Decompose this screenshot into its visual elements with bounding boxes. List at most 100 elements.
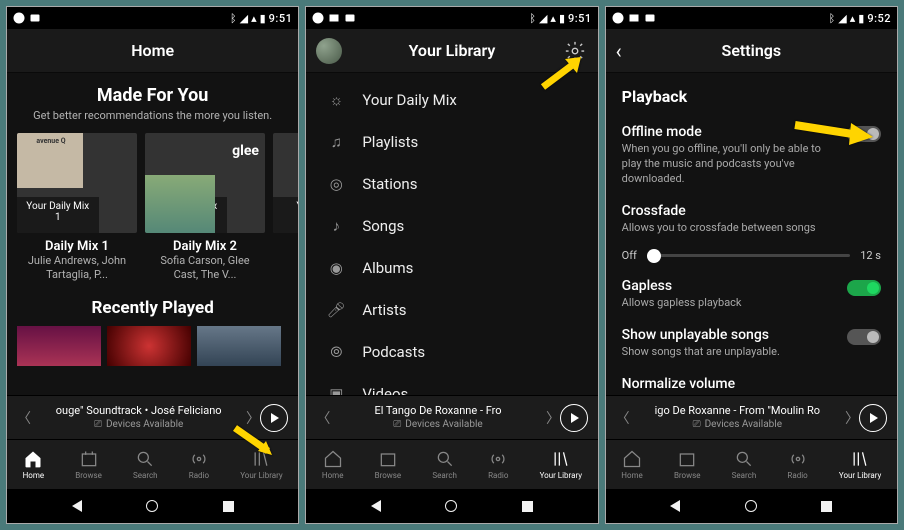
main-content[interactable]: Playback Offline mode When you go offlin… — [606, 73, 897, 395]
library-item-podcasts[interactable]: ⦾ Podcasts — [306, 331, 597, 373]
library-item-stations[interactable]: ◎ Stations — [306, 163, 597, 205]
setting-crossfade: Crossfade Allows you to crossfade betwee… — [622, 197, 881, 246]
tab-home[interactable]: Home — [23, 449, 45, 480]
tab-home[interactable]: Home — [322, 449, 344, 480]
library-item-playlists[interactable]: ♫ Playlists — [306, 121, 597, 163]
recents-nav-icon[interactable] — [223, 501, 234, 512]
song-icon: ♪ — [326, 216, 346, 236]
devices-icon: ⎚ — [393, 418, 401, 431]
tab-browse[interactable]: Browse — [674, 449, 701, 480]
tab-search[interactable]: Search — [432, 449, 457, 480]
chevron-right-icon[interactable]: 〈 — [845, 408, 859, 428]
play-button[interactable] — [560, 404, 588, 432]
recents-nav-icon[interactable] — [821, 501, 832, 512]
search-icon — [135, 449, 155, 469]
gapless-toggle[interactable] — [847, 280, 881, 296]
tab-radio[interactable]: Radio — [787, 449, 807, 480]
now-playing-bar[interactable]: 〈 igo De Roxanne - From "Moulin Ro ⎚Devi… — [606, 395, 897, 439]
unplayable-toggle[interactable] — [847, 329, 881, 345]
now-playing-track: ouge" Soundtrack • José Feliciano — [31, 404, 246, 418]
browse-icon — [378, 449, 398, 469]
page-title: Your Library — [409, 41, 496, 60]
tab-home[interactable]: Home — [621, 449, 643, 480]
clock: 9:51 — [269, 12, 293, 25]
clock: 9:51 — [568, 12, 592, 25]
bottom-tabs: Home Browse Search Radio Your Library — [606, 439, 897, 489]
library-item-videos[interactable]: ▣ Videos — [306, 373, 597, 395]
recently-played-row[interactable] — [7, 326, 298, 366]
home-nav-icon[interactable] — [146, 500, 158, 512]
setting-normalize[interactable]: Normalize volume — [622, 370, 881, 395]
page-title: Home — [131, 41, 174, 60]
main-content[interactable]: Made For You Get better recommendations … — [7, 73, 298, 395]
tab-library[interactable]: Your Library — [240, 449, 282, 480]
back-nav-icon[interactable] — [72, 500, 82, 512]
offline-toggle[interactable] — [847, 126, 881, 142]
tab-search[interactable]: Search — [732, 449, 757, 480]
chevron-right-icon[interactable]: 〈 — [546, 408, 560, 428]
tab-library[interactable]: Your Library — [839, 449, 881, 480]
radio-icon — [788, 449, 808, 469]
home-icon — [323, 449, 343, 469]
back-icon[interactable]: ‹ — [616, 39, 622, 63]
tab-search[interactable]: Search — [133, 449, 158, 480]
play-button[interactable] — [859, 404, 887, 432]
chevron-left-icon[interactable]: 〈 — [17, 408, 31, 428]
library-icon — [850, 449, 870, 469]
daily-mix-card[interactable]: Your Da Ka Stev... — [273, 133, 298, 282]
setting-unplayable[interactable]: Show unplayable songs Show songs that ar… — [622, 321, 881, 370]
daily-mix-card[interactable]: Your Daily Mix 1 Daily Mix 1 Julie Andre… — [17, 133, 137, 282]
section-playback: Playback — [622, 87, 881, 106]
library-item-artists[interactable]: 🎤︎ Artists — [306, 289, 597, 331]
now-playing-track: El Tango De Roxanne - Fro — [330, 404, 545, 418]
header: Your Library — [306, 29, 597, 73]
album-art[interactable] — [107, 326, 191, 366]
bottom-tabs: Home Browse Search Radio Your Library — [306, 439, 597, 489]
tab-radio[interactable]: Radio — [488, 449, 508, 480]
chevron-left-icon[interactable]: 〈 — [316, 408, 330, 428]
main-content[interactable]: ☼ Your Daily Mix ♫ Playlists ◎ Stations … — [306, 73, 597, 395]
now-playing-bar[interactable]: 〈 ouge" Soundtrack • José Feliciano ⎚Dev… — [7, 395, 298, 439]
back-nav-icon[interactable] — [371, 500, 381, 512]
wifi-icon: ◢ — [539, 12, 547, 25]
spotify-icon — [13, 12, 25, 24]
search-icon — [435, 449, 455, 469]
home-nav-icon[interactable] — [745, 500, 757, 512]
play-button[interactable] — [260, 404, 288, 432]
tab-library[interactable]: Your Library — [540, 449, 582, 480]
album-art[interactable] — [17, 326, 101, 366]
chevron-left-icon[interactable]: 〈 — [616, 408, 630, 428]
tab-browse[interactable]: Browse — [75, 449, 102, 480]
recents-nav-icon[interactable] — [522, 501, 533, 512]
daily-mix-row[interactable]: Your Daily Mix 1 Daily Mix 1 Julie Andre… — [7, 133, 298, 282]
library-item-daily-mix[interactable]: ☼ Your Daily Mix — [306, 79, 597, 121]
android-nav-bar — [306, 489, 597, 523]
setting-gapless[interactable]: Gapless Allows gapless playback — [622, 272, 881, 321]
clock: 9:52 — [867, 12, 891, 25]
wifi-icon: ◢ — [838, 12, 846, 25]
gear-icon[interactable] — [564, 40, 586, 62]
tab-radio[interactable]: Radio — [189, 449, 209, 480]
devices-icon: ⎚ — [693, 418, 701, 431]
music-note-icon: ♫ — [326, 132, 346, 152]
screen-home: ᛒ ◢ ▴ ▮ 9:51 Home Made For You Get bette… — [6, 6, 299, 524]
picture-icon — [628, 12, 640, 24]
avatar[interactable] — [316, 38, 342, 64]
now-playing-bar[interactable]: 〈 El Tango De Roxanne - Fro ⎚Devices Ava… — [306, 395, 597, 439]
tab-browse[interactable]: Browse — [375, 449, 402, 480]
outlook-icon — [644, 12, 656, 24]
home-nav-icon[interactable] — [445, 500, 457, 512]
chevron-right-icon[interactable]: 〈 — [246, 408, 260, 428]
setting-offline-mode[interactable]: Offline mode When you go offline, you'll… — [622, 118, 881, 197]
library-item-albums[interactable]: ◉ Albums — [306, 247, 597, 289]
home-icon — [622, 449, 642, 469]
crossfade-slider[interactable] — [647, 254, 850, 257]
outlook-icon — [344, 12, 356, 24]
back-nav-icon[interactable] — [670, 500, 680, 512]
daily-mix-card[interactable]: Your Daily Mix 2 Daily Mix 2 Sofia Carso… — [145, 133, 265, 282]
signal-icon: ▴ — [850, 12, 856, 25]
signal-icon: ▴ — [251, 12, 257, 25]
library-item-songs[interactable]: ♪ Songs — [306, 205, 597, 247]
album-art[interactable] — [197, 326, 281, 366]
header: ‹ Settings — [606, 29, 897, 73]
